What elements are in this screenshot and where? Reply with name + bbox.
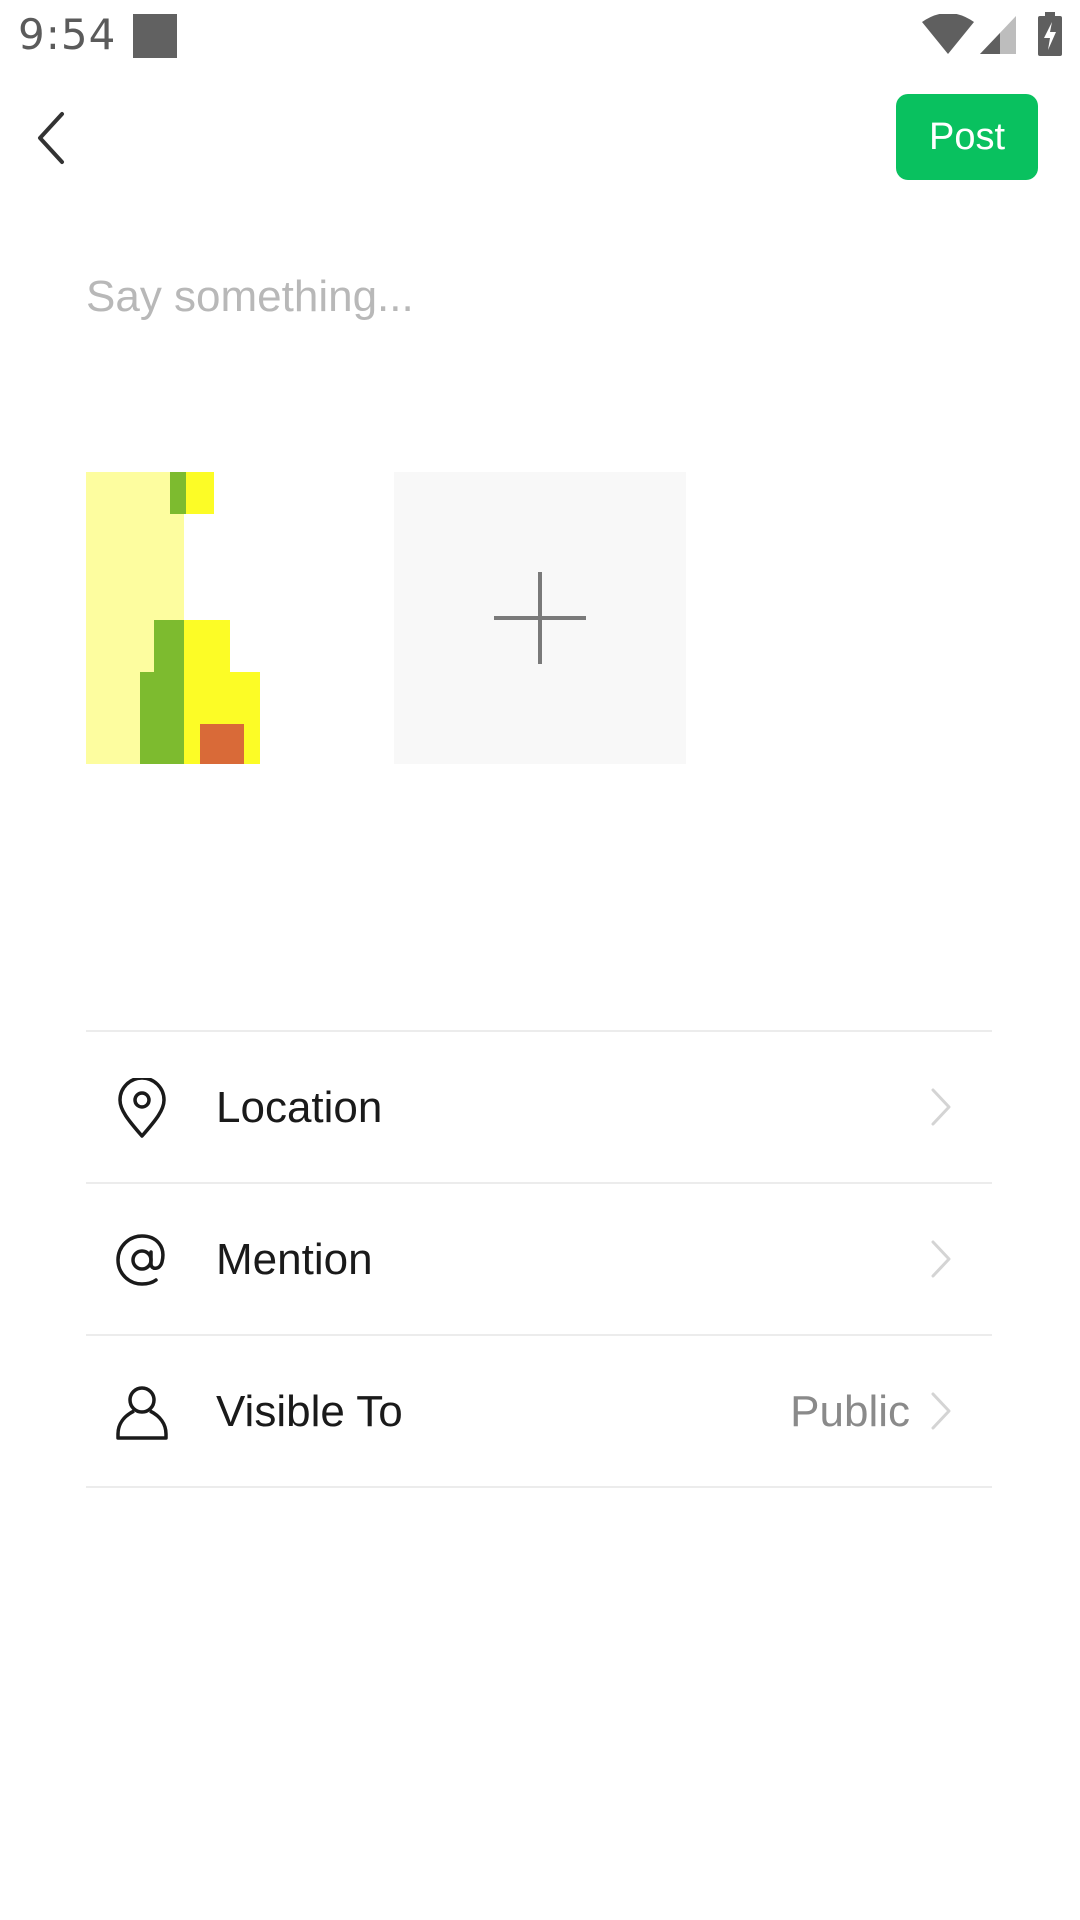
chevron-right-icon [931, 1088, 951, 1126]
status-bar: 9:54 [0, 0, 1080, 74]
post-options-list: Location Mention Visible To Public [86, 1030, 992, 1488]
notification-square-icon [133, 14, 177, 58]
person-icon [116, 1386, 168, 1440]
chevron-left-icon [38, 112, 64, 164]
wifi-icon [922, 14, 974, 54]
post-button[interactable]: Post [896, 94, 1038, 180]
at-sign-icon [116, 1234, 165, 1286]
location-option[interactable]: Location [86, 1032, 992, 1184]
location-label: Location [216, 1083, 383, 1132]
image-thumbnail[interactable] [86, 472, 260, 764]
visible-to-option[interactable]: Visible To Public [86, 1336, 992, 1488]
cell-signal-icon [980, 16, 1016, 54]
plus-icon [494, 572, 586, 664]
chevron-right-icon [931, 1240, 951, 1278]
compose-post-screen: 9:54 Post Say something... Location Ment… [0, 0, 1080, 1920]
visible-to-label: Visible To [216, 1387, 403, 1436]
visible-to-value: Public [790, 1387, 910, 1436]
add-image-button[interactable] [394, 472, 686, 764]
status-time: 9:54 [18, 10, 117, 59]
location-pin-icon [118, 1078, 166, 1138]
mention-label: Mention [216, 1235, 373, 1284]
mention-option[interactable]: Mention [86, 1184, 992, 1336]
battery-charging-icon [1038, 12, 1062, 56]
back-button[interactable] [28, 108, 80, 168]
post-text-input[interactable] [86, 262, 986, 332]
chevron-right-icon [931, 1392, 951, 1430]
